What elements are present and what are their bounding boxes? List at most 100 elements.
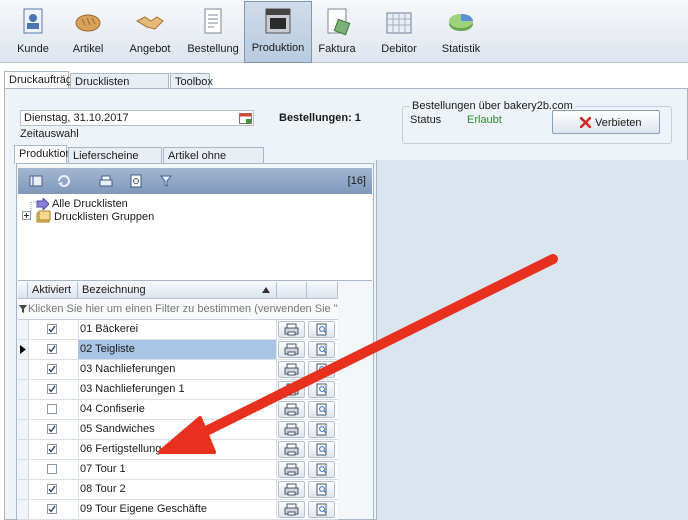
active-cell: [28, 500, 79, 519]
toolbar-label: Artikel: [72, 43, 104, 55]
list-count: [16]: [347, 175, 366, 187]
filter-icon[interactable]: [158, 173, 174, 189]
column-header-bezeichnung[interactable]: Bezeichnung: [78, 282, 277, 299]
print-row-button[interactable]: [278, 481, 305, 498]
list-toolbar: [16]: [18, 168, 372, 194]
toolbar-button-artikel[interactable]: Artikel: [55, 3, 121, 59]
active-checkbox[interactable]: [47, 384, 57, 394]
checkmark-icon: [48, 345, 56, 353]
row-name: 07 Tour 1: [78, 460, 277, 479]
print-row-button[interactable]: [278, 361, 305, 378]
preview-row-button[interactable]: [308, 481, 335, 498]
printer-icon[interactable]: [98, 173, 114, 189]
active-checkbox[interactable]: [47, 424, 57, 434]
table-row[interactable]: 02 Teigliste: [18, 340, 338, 360]
preview-row-button[interactable]: [308, 361, 335, 378]
table-row[interactable]: 03 Nachlieferungen 1: [18, 380, 338, 400]
print-list-grid: Aktiviert Bezeichnung Klicken Sie hier u…: [18, 282, 338, 520]
print-preview-icon[interactable]: [128, 173, 144, 189]
print-row-button[interactable]: [278, 341, 305, 358]
preview-row-button[interactable]: [308, 341, 335, 358]
toolbar-button-debitor[interactable]: Debitor: [366, 3, 432, 59]
preview-row-button[interactable]: [308, 501, 335, 518]
table-row[interactable]: 08 Tour 2: [18, 480, 338, 500]
collapse-icon[interactable]: [28, 173, 44, 189]
grid-corner: [18, 282, 28, 299]
date-picker[interactable]: Dienstag, 31.10.2017: [20, 110, 254, 126]
active-checkbox[interactable]: [47, 404, 57, 414]
printer-icon: [284, 363, 299, 376]
date-value: Dienstag, 31.10.2017: [24, 112, 129, 124]
filter-row[interactable]: Klicken Sie hier um einen Filter zu best…: [18, 300, 338, 320]
print-row-button[interactable]: [278, 441, 305, 458]
print-preview-icon: [316, 463, 327, 476]
preview-row-button[interactable]: [308, 321, 335, 338]
printer-icon: [284, 323, 299, 336]
active-checkbox[interactable]: [47, 444, 57, 454]
row-name: 03 Nachlieferungen 1: [78, 380, 277, 399]
preview-row-button[interactable]: [308, 381, 335, 398]
refresh-icon[interactable]: [56, 173, 72, 189]
tree-expand-toggle[interactable]: [22, 211, 31, 220]
table-row[interactable]: 06 Fertigstellung: [18, 440, 338, 460]
print-row-button[interactable]: [278, 501, 305, 518]
filter-hint: Klicken Sie hier um einen Filter zu best…: [28, 303, 338, 315]
handshake-icon: [135, 16, 164, 30]
toolbar-button-bestellung[interactable]: Bestellung: [180, 3, 246, 59]
printer-icon: [284, 423, 299, 436]
tab-artikel-ohne-zuordnung[interactable]: Artikel ohne Zuordnung: [163, 147, 264, 178]
tab-produktion[interactable]: Produktion: [14, 145, 72, 164]
active-cell: [28, 420, 79, 439]
active-checkbox[interactable]: [47, 344, 57, 354]
active-checkbox[interactable]: [47, 364, 57, 374]
printer-icon: [284, 403, 299, 416]
preview-row-button[interactable]: [308, 461, 335, 478]
current-row-icon: [20, 345, 26, 354]
print-row-button[interactable]: [278, 321, 305, 338]
tab-lieferscheine-drucken[interactable]: Lieferscheine drucken: [68, 147, 162, 178]
printer-icon: [284, 483, 299, 496]
active-checkbox[interactable]: [47, 484, 57, 494]
toolbar-button-faktura[interactable]: Faktura: [304, 3, 370, 59]
active-checkbox[interactable]: [47, 324, 57, 334]
row-name: 06 Fertigstellung: [78, 440, 277, 459]
print-row-button[interactable]: [278, 401, 305, 418]
print-list-tree: Alle Drucklisten Drucklisten Gruppen: [18, 194, 372, 281]
print-row-button[interactable]: [278, 421, 305, 438]
toolbar-button-produktion[interactable]: Produktion: [244, 1, 312, 63]
table-row[interactable]: 05 Sandwiches: [18, 420, 338, 440]
print-row-button[interactable]: [278, 461, 305, 478]
print-preview-icon: [316, 343, 327, 356]
print-row-button[interactable]: [278, 381, 305, 398]
forbid-button[interactable]: Verbieten: [552, 110, 660, 134]
pie-chart-icon: [449, 14, 473, 31]
checkmark-icon: [48, 485, 56, 493]
table-row[interactable]: 03 Nachlieferungen: [18, 360, 338, 380]
preview-row-button[interactable]: [308, 401, 335, 418]
preview-row-button[interactable]: [308, 421, 335, 438]
active-checkbox[interactable]: [47, 464, 57, 474]
checkmark-icon: [48, 325, 56, 333]
preview-row-button[interactable]: [308, 441, 335, 458]
b2b-status-label: Status: [410, 114, 442, 126]
table-row[interactable]: 09 Tour Eigene Geschäfte: [18, 500, 338, 520]
toolbar-label: Angebot: [129, 43, 171, 55]
toolbar-button-statistik[interactable]: Statistik: [428, 3, 494, 59]
table-row[interactable]: 04 Confiserie: [18, 400, 338, 420]
filter-icon: [19, 305, 27, 313]
checkmark-icon: [48, 425, 56, 433]
column-header-aktiviert[interactable]: Aktiviert: [28, 282, 78, 299]
calendar-icon[interactable]: [239, 112, 252, 124]
active-checkbox[interactable]: [47, 504, 57, 514]
column-header-label: Bezeichnung: [82, 284, 146, 296]
checkmark-icon: [48, 505, 56, 513]
toolbar-button-angebot[interactable]: Angebot: [117, 3, 183, 59]
active-cell: [28, 480, 79, 499]
row-name: 05 Sandwiches: [78, 420, 277, 439]
debitor-calendar-icon: [386, 12, 412, 34]
table-row[interactable]: 01 Bäckerei: [18, 320, 338, 340]
toolbar-label: Produktion: [251, 42, 305, 54]
customer-card-icon: [23, 8, 43, 34]
table-row[interactable]: 07 Tour 1: [18, 460, 338, 480]
column-header-print: [277, 282, 307, 299]
